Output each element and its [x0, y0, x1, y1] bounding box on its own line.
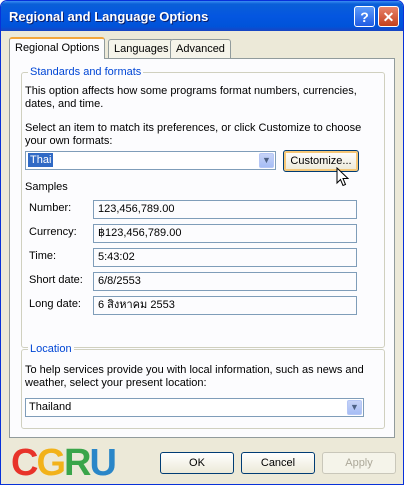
tab-regional-options[interactable]: Regional Options [9, 37, 106, 59]
tab-label: Advanced [176, 43, 225, 55]
sample-value-time: 5:43:02 [93, 248, 357, 267]
location-legend: Location [28, 343, 74, 355]
sample-value-currency: ฿123,456,789.00 [93, 224, 357, 243]
title-bar[interactable]: Regional and Language Options ? ✕ [1, 1, 403, 31]
chevron-down-icon[interactable]: ▼ [259, 153, 274, 168]
close-button[interactable]: ✕ [378, 6, 399, 27]
sample-label-time: Time: [29, 250, 57, 262]
tab-label: Regional Options [15, 42, 100, 54]
standards-instruction: Select an item to match its preferences,… [25, 122, 362, 147]
cancel-label: Cancel [260, 457, 296, 469]
ok-label: OK [189, 457, 205, 469]
mouse-cursor-icon [336, 167, 350, 187]
apply-button[interactable]: Apply [322, 452, 396, 474]
location-select[interactable]: Thailand ▼ [25, 398, 364, 417]
cancel-button[interactable]: Cancel [241, 452, 315, 474]
ok-button[interactable]: OK [160, 452, 234, 474]
dialog-window: Regional and Language Options ? ✕ Region… [0, 0, 404, 485]
apply-label: Apply [345, 457, 373, 469]
window-title: Regional and Language Options [9, 9, 209, 24]
tab-advanced[interactable]: Advanced [170, 39, 231, 58]
customize-label: Customize... [290, 155, 352, 167]
sample-label-number: Number: [29, 202, 72, 214]
cgru-logo: CGRU [11, 442, 117, 484]
close-icon: ✕ [382, 9, 395, 25]
standards-legend: Standards and formats [28, 66, 144, 78]
sample-label-currency: Currency: [29, 226, 77, 238]
question-icon: ? [360, 9, 369, 25]
help-button[interactable]: ? [354, 6, 375, 27]
standards-description: This option affects how some programs fo… [25, 85, 357, 110]
standards-group: Standards and formats This option affect… [21, 66, 385, 348]
locale-select[interactable]: Thai ▼ [25, 151, 276, 170]
tab-panel: Standards and formats This option affect… [9, 58, 395, 438]
samples-label: Samples [25, 181, 68, 193]
locale-value: Thai [28, 153, 54, 167]
location-group: Location To help services provide you wi… [21, 343, 385, 429]
sample-value-number: 123,456,789.00 [93, 200, 357, 219]
location-value: Thailand [29, 401, 72, 413]
tab-label: Languages [114, 43, 169, 55]
sample-label-long-date: Long date: [29, 298, 81, 310]
sample-value-short-date: 6/8/2553 [93, 272, 357, 291]
tab-languages[interactable]: Languages [108, 39, 175, 58]
sample-label-short-date: Short date: [29, 274, 83, 286]
location-description: To help services provide you with local … [25, 364, 364, 389]
sample-value-long-date: 6 สิงหาคม 2553 [93, 296, 357, 315]
chevron-down-icon[interactable]: ▼ [347, 400, 362, 415]
